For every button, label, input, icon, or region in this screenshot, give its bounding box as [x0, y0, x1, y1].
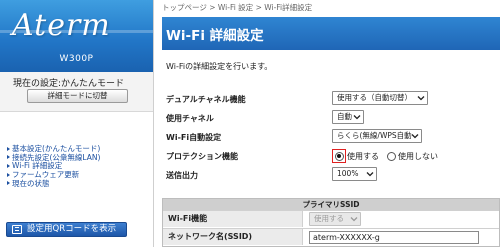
triangle-bullet-icon — [7, 155, 10, 160]
wifi-auto-setup-label: Wi-Fi自動設定 — [166, 133, 222, 142]
current-mode-panel: 現在の設定:かんたんモード 詳細モードに切替 — [0, 72, 153, 112]
primary-ssid-table: プライマリSSID Wi-Fi機能 使用する ネットワーク名(SSID) ate… — [162, 198, 500, 247]
brand-banner: Aterm W300P — [0, 0, 153, 72]
nav-item-label: ファームウェア更新 — [12, 170, 80, 180]
wifi-function-value: 使用する — [314, 214, 344, 223]
card-icon — [12, 225, 22, 234]
page-title: Wi-Fi 詳細設定 — [166, 28, 264, 44]
nav-item-label: 現在の状態 — [12, 178, 50, 188]
breadcrumb: トップページ > Wi-Fi 設定 > Wi-Fi詳細設定 — [162, 3, 313, 12]
triangle-bullet-icon — [7, 181, 10, 186]
show-qr-code-button[interactable]: 設定用QRコードを表示 — [6, 222, 127, 237]
wifi-function-select[interactable]: 使用する — [309, 212, 361, 226]
dual-channel-value: 使用する（自動切替） — [337, 93, 412, 102]
wifi-function-label: Wi-Fi機能 — [163, 211, 303, 227]
aterm-logo: Aterm — [12, 8, 111, 43]
channel-value: 自動 — [337, 112, 352, 121]
nav-item-status[interactable]: 現在の状態 — [7, 178, 100, 189]
sidebar-divider — [153, 0, 154, 247]
current-mode-label: 現在の設定:かんたんモード — [13, 79, 125, 89]
protection-off-label: 使用しない — [398, 152, 438, 161]
ssid-name-field[interactable]: aterm-XXXXXX-g — [309, 231, 479, 244]
chevron-down-icon — [353, 115, 361, 120]
page-title-band: Wi-Fi 詳細設定 — [162, 17, 500, 50]
dual-channel-label: デュアルチャネル機能 — [166, 95, 246, 104]
ssid-table-header: プライマリSSID — [163, 199, 499, 210]
switch-detail-mode-button[interactable]: 詳細モードに切替 — [27, 89, 128, 103]
triangle-bullet-icon — [7, 146, 10, 151]
chevron-down-icon — [411, 134, 419, 139]
protection-off-radio[interactable] — [387, 151, 396, 161]
chevron-down-icon — [350, 217, 358, 222]
tx-power-select[interactable]: 100% — [332, 167, 377, 181]
nav-item-label: 基本設定(かんたんモード) — [12, 144, 101, 153]
tx-power-value: 100% — [337, 169, 359, 178]
qr-button-label: 設定用QRコードを表示 — [27, 224, 117, 234]
chevron-down-icon — [417, 96, 425, 101]
triangle-bullet-icon — [7, 163, 10, 168]
sidebar-nav: 基本設定(かんたんモード) 接続先設定(公衆無線LAN) Wi-Fi 詳細設定 … — [7, 144, 101, 189]
tx-power-label: 送信出力 — [166, 171, 198, 180]
sidebar: Aterm W300P 現在の設定:かんたんモード 詳細モードに切替 基本設定(… — [0, 0, 153, 247]
triangle-bullet-icon — [7, 172, 10, 177]
model-name: W300P — [59, 54, 94, 64]
protection-on-label: 使用する — [347, 152, 379, 161]
dual-channel-select[interactable]: 使用する（自動切替） — [332, 91, 428, 105]
channel-select[interactable]: 自動 — [332, 110, 364, 124]
wifi-auto-setup-value: らくら(無線/WPS自動 — [337, 131, 412, 140]
protection-label: プロテクション機能 — [166, 152, 238, 161]
channel-label: 使用チャネル — [166, 114, 214, 123]
protection-on-radio[interactable] — [334, 151, 344, 161]
protection-radio-group: 使用する 使用しない — [332, 149, 472, 163]
table-row: ネットワーク名(SSID) aterm-XXXXXX-g — [163, 228, 499, 245]
wifi-auto-setup-select[interactable]: らくら(無線/WPS自動 — [332, 129, 422, 143]
page-description: Wi-Fiの詳細設定を行います。 — [166, 62, 273, 71]
table-row: Wi-Fi機能 使用する — [163, 210, 499, 227]
ssid-name-label: ネットワーク名(SSID) — [163, 229, 303, 245]
chevron-down-icon — [366, 172, 374, 177]
